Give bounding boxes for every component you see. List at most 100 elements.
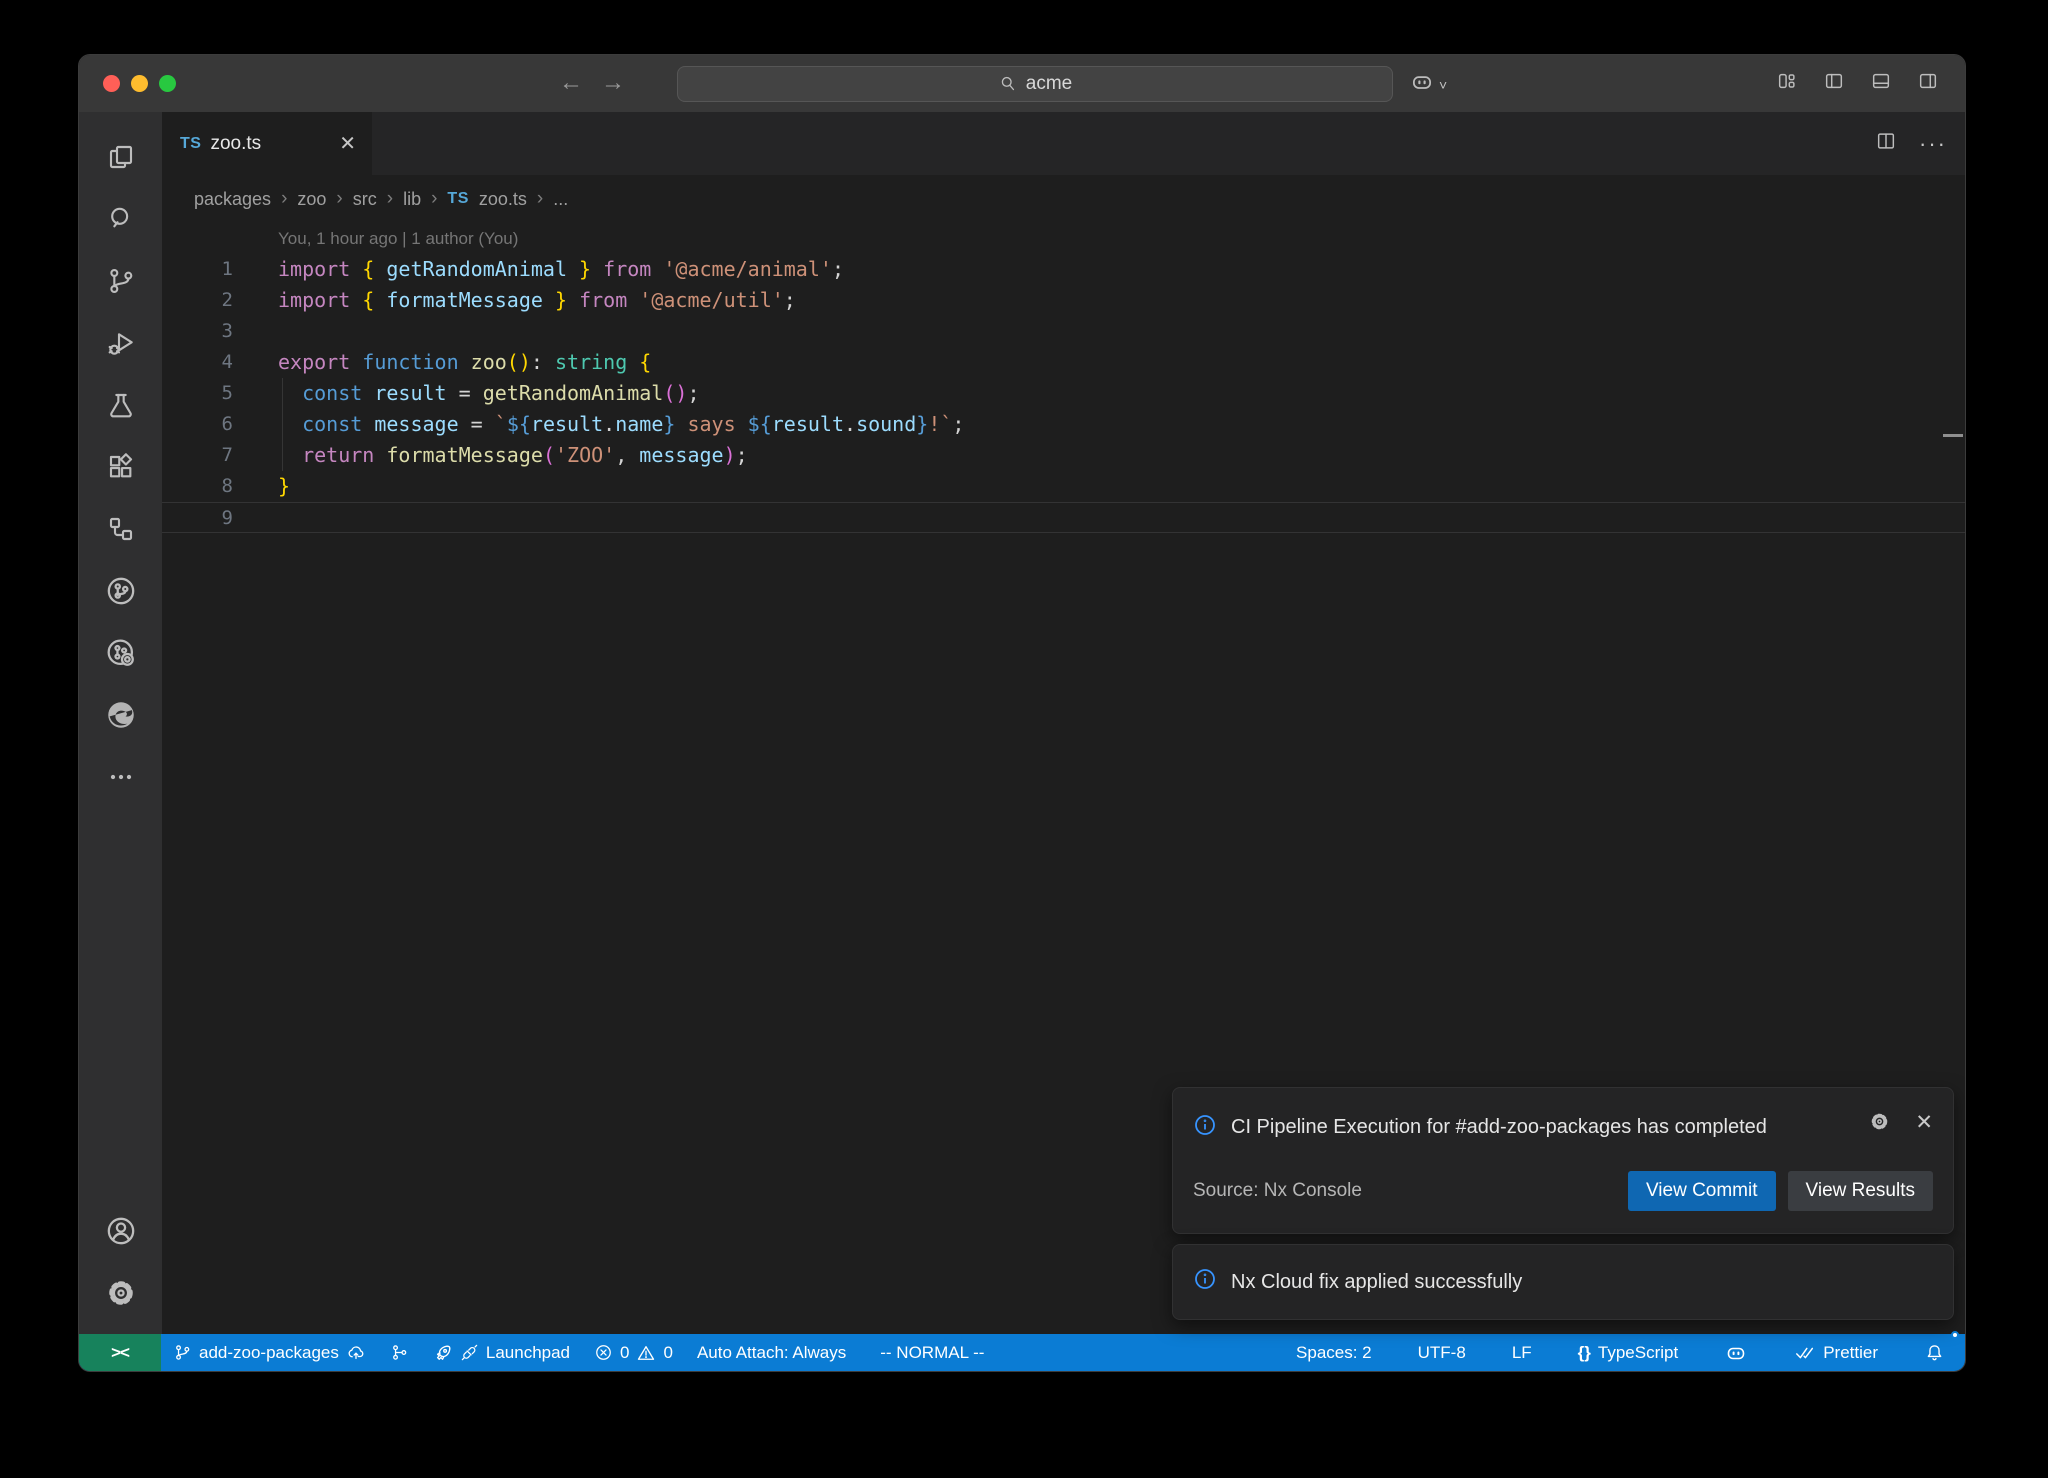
- code-line[interactable]: 8}: [162, 471, 1965, 502]
- code-line[interactable]: 6 const message = `${result.name} says $…: [162, 409, 1965, 440]
- tab-bar: TS zoo.ts ✕ ···: [162, 112, 1965, 175]
- nx-console-icon[interactable]: [90, 560, 152, 622]
- chevron-right-icon: ›: [281, 188, 287, 210]
- code-line[interactable]: 7 return formatMessage('ZOO', message);: [162, 440, 1965, 471]
- breadcrumb-item[interactable]: zoo: [297, 189, 326, 210]
- extensions-icon[interactable]: [90, 436, 152, 498]
- code-text: return formatMessage('ZOO', message);: [278, 440, 748, 471]
- settings-gear-icon[interactable]: [90, 1262, 152, 1324]
- toggle-secondary-sidebar-icon[interactable]: [1917, 70, 1939, 92]
- chevron-right-icon: ›: [537, 188, 543, 210]
- auto-attach-item[interactable]: Auto Attach: Always: [685, 1334, 858, 1371]
- breadcrumb-symbol[interactable]: ...: [553, 189, 568, 210]
- notification-toast: CI Pipeline Execution for #add-zoo-packa…: [1172, 1087, 1954, 1234]
- copilot-status-item[interactable]: [1712, 1334, 1760, 1371]
- git-branch-item[interactable]: add-zoo-packages: [161, 1334, 378, 1371]
- chevron-right-icon: ›: [431, 188, 437, 210]
- tab-zoo-ts[interactable]: TS zoo.ts ✕: [162, 112, 372, 175]
- git-graph-icon: [390, 1343, 409, 1362]
- hierarchy-icon[interactable]: [90, 498, 152, 560]
- line-number[interactable]: 3: [162, 316, 278, 347]
- line-number[interactable]: 6: [162, 409, 278, 440]
- notifications-bell-item[interactable]: [1912, 1334, 1957, 1371]
- indent-guide: [282, 409, 283, 440]
- close-tab-icon[interactable]: ✕: [339, 131, 356, 156]
- toggle-panel-icon[interactable]: [1870, 70, 1892, 92]
- language-mode-item[interactable]: {} TypeScript: [1566, 1334, 1691, 1371]
- code-line[interactable]: 2import { formatMessage } from '@acme/ut…: [162, 285, 1965, 316]
- title-bar: ← → acme ˅: [79, 55, 1965, 112]
- notification-stack: CI Pipeline Execution for #add-zoo-packa…: [1172, 1087, 1954, 1320]
- line-number[interactable]: 4: [162, 347, 278, 378]
- code-text: export function zoo(): string {: [278, 347, 651, 378]
- source-control-icon[interactable]: [90, 250, 152, 312]
- code-line[interactable]: 5 const result = getRandomAnimal();: [162, 378, 1965, 409]
- accounts-icon[interactable]: [90, 1200, 152, 1262]
- tab-label: zoo.ts: [210, 133, 261, 155]
- errors-icon: [594, 1343, 613, 1362]
- view-commit-button[interactable]: View Commit: [1628, 1171, 1776, 1211]
- edge-browser-icon[interactable]: [90, 684, 152, 746]
- notification-message: CI Pipeline Execution for #add-zoo-packa…: [1231, 1110, 1767, 1145]
- code-line[interactable]: 9: [162, 502, 1965, 533]
- line-number[interactable]: 1: [162, 254, 278, 285]
- error-count: 0: [620, 1343, 629, 1363]
- breadcrumb-item[interactable]: packages: [194, 189, 271, 210]
- close-window-button[interactable]: [103, 75, 120, 92]
- launchpad-item[interactable]: Launchpad: [421, 1334, 582, 1371]
- gitlens-blame: You, 1 hour ago | 1 author (You): [162, 223, 1965, 254]
- more-actions-icon[interactable]: ···: [1919, 131, 1947, 157]
- notification-source: Source: Nx Console: [1193, 1180, 1362, 1202]
- zoom-window-button[interactable]: [159, 75, 176, 92]
- line-number[interactable]: 7: [162, 440, 278, 471]
- view-results-button[interactable]: View Results: [1788, 1171, 1933, 1211]
- braces-icon: {}: [1578, 1343, 1591, 1363]
- run-and-debug-icon[interactable]: [90, 312, 152, 374]
- vim-mode-item[interactable]: -- NORMAL --: [868, 1334, 996, 1371]
- breadcrumb-file[interactable]: zoo.ts: [479, 189, 527, 210]
- line-number[interactable]: 9: [162, 503, 278, 532]
- back-arrow-icon[interactable]: ←: [559, 69, 583, 97]
- line-number[interactable]: 5: [162, 378, 278, 409]
- bell-icon: [1924, 1342, 1945, 1363]
- chevron-down-icon[interactable]: ˅: [1439, 77, 1447, 93]
- notification-message: Nx Cloud fix applied successfully: [1231, 1271, 1522, 1294]
- more-views-icon[interactable]: [90, 746, 152, 808]
- explorer-icon[interactable]: [90, 126, 152, 188]
- customize-layout-icon[interactable]: [1776, 70, 1798, 92]
- branch-name: add-zoo-packages: [199, 1343, 339, 1363]
- toggle-primary-sidebar-icon[interactable]: [1823, 70, 1845, 92]
- command-center-search[interactable]: acme: [677, 66, 1393, 102]
- problems-item[interactable]: 0 0: [582, 1334, 685, 1371]
- code-text: const result = getRandomAnimal();: [278, 378, 699, 409]
- forward-arrow-icon[interactable]: →: [601, 69, 625, 97]
- nx-cloud-icon[interactable]: [90, 622, 152, 684]
- git-graph-item[interactable]: [378, 1334, 421, 1371]
- copilot-icon[interactable]: [1409, 69, 1435, 100]
- notification-badge-dot: [1951, 1331, 1959, 1339]
- notification-settings-gear-icon[interactable]: [1868, 1110, 1891, 1139]
- testing-icon[interactable]: [90, 374, 152, 436]
- minimize-window-button[interactable]: [131, 75, 148, 92]
- line-number[interactable]: 2: [162, 285, 278, 316]
- launchpad-label: Launchpad: [486, 1343, 570, 1363]
- code-line[interactable]: 4export function zoo(): string {: [162, 347, 1965, 378]
- typescript-file-icon: TS: [180, 135, 201, 153]
- breadcrumb-item[interactable]: src: [353, 189, 377, 210]
- formatter-item[interactable]: Prettier: [1782, 1334, 1890, 1371]
- indentation-item[interactable]: Spaces: 2: [1284, 1334, 1384, 1371]
- line-number[interactable]: 8: [162, 471, 278, 502]
- code-line[interactable]: 3: [162, 316, 1965, 347]
- code-text: const message = `${result.name} says ${r…: [278, 409, 964, 440]
- publish-cloud-icon: [346, 1343, 366, 1363]
- git-branch-icon: [173, 1343, 192, 1362]
- search-icon[interactable]: [90, 188, 152, 250]
- code-line[interactable]: 1import { getRandomAnimal } from '@acme/…: [162, 254, 1965, 285]
- eol-item[interactable]: LF: [1500, 1334, 1544, 1371]
- split-editor-icon[interactable]: [1875, 130, 1897, 157]
- remote-indicator[interactable]: ><: [79, 1334, 161, 1371]
- activity-bar: [79, 112, 162, 1334]
- notification-close-icon[interactable]: ✕: [1915, 1110, 1933, 1135]
- encoding-item[interactable]: UTF-8: [1406, 1334, 1478, 1371]
- breadcrumb-item[interactable]: lib: [403, 189, 421, 210]
